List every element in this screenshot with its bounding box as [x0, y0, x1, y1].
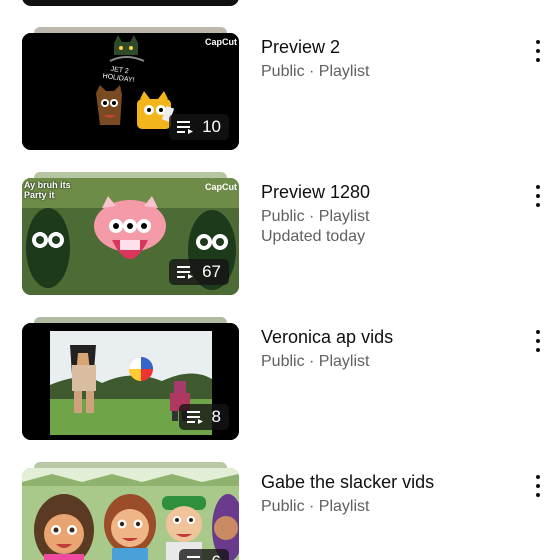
meta-separator: · — [304, 63, 319, 80]
playlist-row-partial[interactable] — [0, 0, 560, 6]
type-label: Playlist — [318, 63, 370, 80]
video-count: 6 — [212, 552, 221, 560]
more-vertical-icon[interactable] — [528, 38, 548, 64]
playlist-row[interactable]: JET 2 HOLIDAY! CapCut 10 Preview 2 Publi… — [0, 27, 560, 157]
more-vertical-icon[interactable] — [528, 183, 548, 209]
playlist-thumbnail[interactable]: Ay bruh its Party it CapCut 67 — [22, 178, 239, 295]
thumbnail-art — [22, 468, 239, 560]
playlist-icon — [186, 556, 200, 558]
video-count-badge: 67 — [169, 259, 229, 285]
playlist-title[interactable]: Veronica ap vids — [261, 327, 393, 348]
video-count: 67 — [202, 262, 221, 281]
playlist-meta: Public · Playlist — [261, 63, 369, 81]
playlist-row[interactable]: 6 Gabe the slacker vids Public · Playlis… — [0, 462, 560, 560]
watermark: CapCut — [205, 182, 237, 192]
playlist-icon — [177, 266, 194, 279]
playlist-meta: Public · Playlist — [261, 208, 369, 226]
playlist-row[interactable]: 8 Veronica ap vids Public · Playlist — [0, 317, 560, 447]
meta-separator: · — [304, 498, 319, 515]
playlist-icon — [177, 121, 194, 134]
playlist-title[interactable]: Preview 2 — [261, 37, 340, 58]
playlist-thumbnail[interactable]: JET 2 HOLIDAY! CapCut 10 — [22, 33, 239, 150]
type-label: Playlist — [318, 498, 370, 515]
visibility-label: Public — [261, 63, 305, 80]
type-label: Playlist — [318, 353, 370, 370]
video-count-badge: 6 — [178, 549, 229, 560]
playlist-row[interactable]: Ay bruh its Party it CapCut 67 Preview 1… — [0, 172, 560, 302]
playlist-thumbnail[interactable] — [22, 0, 239, 6]
playlist-thumbnail[interactable]: 8 — [22, 323, 239, 440]
more-vertical-icon[interactable] — [528, 473, 548, 499]
playlist-title[interactable]: Preview 1280 — [261, 182, 370, 203]
visibility-label: Public — [261, 353, 305, 370]
watermark: CapCut — [205, 37, 237, 47]
video-count-badge: 8 — [178, 404, 229, 430]
video-count: 8 — [211, 407, 221, 426]
meta-separator: · — [304, 353, 319, 370]
playlist-thumbnail[interactable]: 6 — [22, 468, 239, 560]
playlist-icon — [186, 411, 203, 424]
type-label: Playlist — [318, 208, 370, 225]
video-count: 10 — [202, 117, 221, 136]
playlist-meta: Public · Playlist — [261, 353, 369, 371]
visibility-label: Public — [261, 208, 305, 225]
visibility-label: Public — [261, 498, 305, 515]
video-count-badge: 10 — [169, 114, 229, 140]
playlist-updated: Updated today — [261, 228, 366, 245]
meta-separator: · — [304, 208, 319, 225]
playlist-title[interactable]: Gabe the slacker vids — [261, 472, 434, 493]
thumbnail-caption: Ay bruh its Party it — [24, 180, 71, 200]
playlist-meta: Public · Playlist — [261, 498, 369, 516]
more-vertical-icon[interactable] — [528, 328, 548, 354]
